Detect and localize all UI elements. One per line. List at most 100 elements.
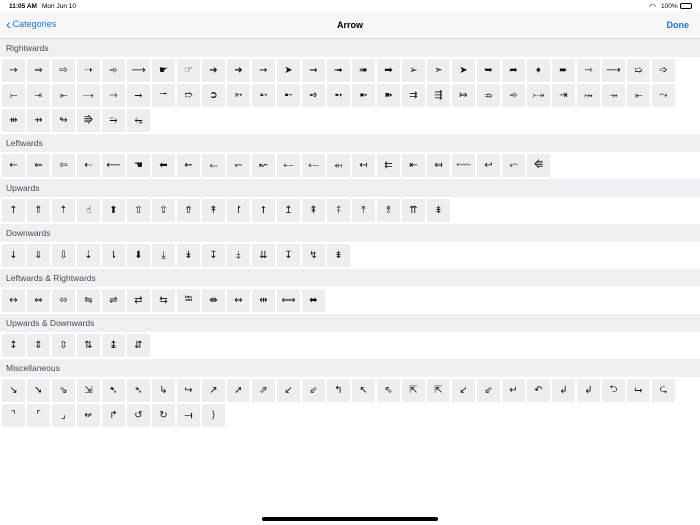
symbol-cell[interactable]: ⇂ [102, 244, 125, 267]
symbol-cell[interactable]: ⇒ [27, 59, 50, 82]
symbol-cell[interactable]: ⤞ [602, 84, 625, 107]
symbol-cell[interactable]: ⇻ [2, 109, 25, 132]
symbol-cell[interactable]: ↶ [527, 379, 550, 402]
symbol-cell[interactable]: ⤇ [452, 84, 475, 107]
symbol-cell[interactable]: ⭅ [527, 154, 550, 177]
symbol-cell[interactable]: ⤏ [77, 84, 100, 107]
symbol-cell[interactable]: ➤ [452, 59, 475, 82]
symbol-cell[interactable]: ⇄ [127, 289, 150, 312]
symbol-cell[interactable]: ↾ [227, 199, 250, 222]
symbol-cell[interactable]: ➻ [327, 84, 350, 107]
symbol-cell[interactable]: ➨ [552, 59, 575, 82]
symbol-cell[interactable]: ↽ [227, 154, 250, 177]
symbol-cell[interactable]: ⇱ [427, 379, 450, 402]
symbol-cell[interactable]: ➺ [302, 84, 325, 107]
symbol-cell[interactable]: ↜ [252, 154, 275, 177]
symbol-cell[interactable]: ⬄ [52, 289, 75, 312]
symbol-cell[interactable]: ⇟ [427, 199, 450, 222]
symbol-cell[interactable]: ➢ [402, 59, 425, 82]
symbol-cell[interactable]: ↰ [327, 379, 350, 402]
symbol-cell[interactable]: ⬸ [202, 154, 225, 177]
symbol-cell[interactable]: ➤ [277, 59, 300, 82]
symbol-cell[interactable]: ↘ [2, 379, 25, 402]
symbol-cell[interactable]: ⇥ [552, 84, 575, 107]
symbol-cell[interactable]: ⭊ [127, 109, 150, 132]
symbol-cell[interactable]: ⟩ [202, 404, 225, 427]
symbol-cell[interactable]: ⇌ [102, 289, 125, 312]
symbol-cell[interactable]: ⇠ [77, 154, 100, 177]
symbol-cell[interactable]: ⇜ [177, 154, 200, 177]
symbol-cell[interactable]: ⇪ [152, 199, 175, 222]
symbol-cell[interactable]: ⇓ [27, 244, 50, 267]
symbol-cell[interactable]: ☝ [77, 199, 100, 222]
symbol-cell[interactable]: ↧ [277, 244, 300, 267]
symbol-cell[interactable]: ⇦ [52, 154, 75, 177]
symbol-cell[interactable]: ⤐ [527, 84, 550, 107]
symbol-cell[interactable]: ⇇ [377, 154, 400, 177]
symbol-cell[interactable]: ⇙ [477, 379, 500, 402]
symbol-cell[interactable]: ↳ [152, 379, 175, 402]
back-button[interactable]: ‹ Categories [6, 17, 56, 31]
symbol-cell[interactable]: ➙ [252, 59, 275, 82]
symbol-cell[interactable]: ↤ [352, 154, 375, 177]
symbol-cell[interactable]: ➚ [227, 379, 250, 402]
symbol-cell[interactable]: ➧ [527, 59, 550, 82]
symbol-cell[interactable]: ⤃ [477, 84, 500, 107]
symbol-cell[interactable]: ⇊ [252, 244, 275, 267]
symbol-cell[interactable]: ⟶ [127, 59, 150, 82]
symbol-cell[interactable]: ➣ [427, 59, 450, 82]
symbol-cell[interactable]: ← [2, 154, 25, 177]
symbol-cell[interactable]: ⤳ [652, 84, 675, 107]
symbol-cell[interactable]: ⬅ [152, 154, 175, 177]
symbol-cell[interactable]: ↡ [177, 244, 200, 267]
symbol-cell[interactable]: ➱ [177, 84, 200, 107]
symbol-cell[interactable]: ⇉ [402, 84, 425, 107]
symbol-cell[interactable]: ⇲ [77, 379, 100, 402]
symbol-cell[interactable]: ⟺ [277, 289, 300, 312]
symbol-cell[interactable]: ⇘ [52, 379, 75, 402]
symbol-cell[interactable]: ⇾ [577, 59, 600, 82]
symbol-cell[interactable]: ↔ [2, 289, 25, 312]
symbol-cell[interactable]: ➥ [477, 59, 500, 82]
symbol-cell[interactable]: ⬇ [127, 244, 150, 267]
symbol-cell[interactable]: ⤜ [627, 84, 650, 107]
symbol-cell[interactable]: ➽ [377, 84, 400, 107]
symbol-cell[interactable]: ➠ [352, 59, 375, 82]
symbol-cell[interactable]: ➝ [77, 59, 100, 82]
symbol-cell[interactable]: ➦ [502, 59, 525, 82]
symbol-cell[interactable]: ⤛ [27, 84, 50, 107]
symbol-cell[interactable]: ↖ [352, 379, 375, 402]
symbol-cell[interactable]: ⇈ [402, 199, 425, 222]
symbol-cell[interactable]: ⭬ [152, 84, 175, 107]
symbol-cell[interactable]: ↪ [177, 379, 200, 402]
symbol-cell[interactable]: ⇱ [402, 379, 425, 402]
symbol-cell[interactable]: ⟶ [602, 59, 625, 82]
symbol-cell[interactable]: ⭡ [252, 199, 275, 222]
symbol-cell[interactable]: ⌟ [52, 404, 75, 427]
symbol-cell[interactable]: ⤠ [577, 84, 600, 107]
symbol-cell[interactable]: ➡ [377, 59, 400, 82]
symbol-cell[interactable]: ⤆ [427, 154, 450, 177]
symbol-cell[interactable]: ↥ [277, 199, 300, 222]
symbol-cell[interactable]: ➸ [277, 84, 300, 107]
symbol-cell[interactable]: ⇮ [177, 199, 200, 222]
symbol-cell[interactable]: ➳ [227, 84, 250, 107]
symbol-cell[interactable]: ⮎ [652, 379, 675, 402]
symbol-cell[interactable]: ⌝ [2, 404, 25, 427]
symbol-cell[interactable]: ↻ [152, 404, 175, 427]
symbol-cell[interactable]: ➷ [102, 379, 125, 402]
symbol-cell[interactable]: ⇖ [377, 379, 400, 402]
symbol-cell[interactable]: ↧ [202, 244, 225, 267]
symbol-cell[interactable]: ⭾ [177, 289, 200, 312]
symbol-cell[interactable]: ➵ [252, 84, 275, 107]
symbol-cell[interactable]: ⇼ [202, 289, 225, 312]
symbol-cell[interactable]: ⇳ [52, 334, 75, 357]
symbol-cell[interactable]: ➾ [102, 59, 125, 82]
symbol-cell[interactable]: ☞ [177, 59, 200, 82]
symbol-cell[interactable]: ⇧ [127, 199, 150, 222]
symbol-cell[interactable]: ⇹ [252, 289, 275, 312]
symbol-cell[interactable]: → [2, 59, 25, 82]
symbol-cell[interactable]: ⇐ [27, 154, 50, 177]
symbol-cell[interactable]: ➼ [352, 84, 375, 107]
symbol-cell[interactable]: ↚ [77, 404, 100, 427]
